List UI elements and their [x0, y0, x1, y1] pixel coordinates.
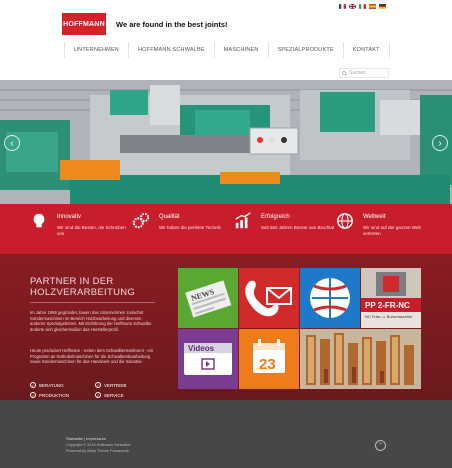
- check-icon: ✓: [30, 392, 36, 398]
- footer-links[interactable]: Startseite | Impressum: [66, 436, 106, 441]
- check-icon: ✓: [30, 382, 36, 388]
- tile-global[interactable]: [300, 268, 360, 328]
- flag-en-icon[interactable]: [349, 4, 356, 9]
- hero-prev-button[interactable]: ‹: [4, 135, 20, 151]
- title-divider: [30, 302, 155, 303]
- newspaper-icon: NEWS: [185, 280, 232, 318]
- search-icon: [342, 70, 347, 76]
- nav-item-unternehmen[interactable]: UNTERNEHMEN: [64, 42, 128, 58]
- check-produktion: ✓ PRODUKTION: [30, 392, 69, 398]
- flag-it-icon[interactable]: [359, 4, 366, 9]
- tile-news[interactable]: NEWS: [178, 268, 238, 328]
- footer-copyright: Copyright © 2013 Hoffmann Schwalbe: [66, 443, 131, 447]
- hoffmann-logo[interactable]: HOFFMANN: [62, 13, 106, 35]
- nav-item-spezialprodukte[interactable]: SPEZIALPRODUKTE: [267, 42, 343, 58]
- footer-powered: Powered by Warp Theme Framework: [66, 449, 129, 453]
- product-machine-image: PP 2-FR-NC NC Fräs- u. Bohrmaschine: [361, 268, 421, 319]
- nav-item-hoffmann-schwalbe[interactable]: HOFFMANN SCHWALBE: [127, 42, 214, 58]
- flag-de-icon[interactable]: [379, 4, 386, 9]
- globe-icon: [337, 213, 353, 229]
- check-label: BERATUNG: [39, 382, 64, 388]
- calendar-icon: 23: [253, 339, 285, 373]
- site-tagline: We are found in the best joints!: [116, 20, 228, 29]
- nav-item-kontakt[interactable]: KONTAKT: [342, 42, 390, 58]
- check-icon: ✓: [95, 382, 101, 388]
- tile-contact[interactable]: [239, 268, 299, 328]
- feature-text: Seit 550 Jahren Besser aus Bruchtal: [261, 225, 335, 230]
- language-switcher: [339, 4, 386, 9]
- check-icon: ✓: [95, 392, 101, 398]
- lightbulb-icon: [33, 213, 45, 228]
- product-subtitle: NC Fräs- u. Bohrmaschine: [365, 314, 413, 319]
- product-title: PP 2-FR-NC: [365, 301, 410, 310]
- global-network-icon: [310, 278, 350, 318]
- search-placeholder: Suchen: [349, 70, 366, 76]
- hero-slider: ‹ ›: [0, 80, 452, 204]
- gears-icon: [132, 212, 150, 229]
- check-label: PRODUKTION: [39, 392, 70, 398]
- feature-title: Qualität: [159, 214, 180, 220]
- phone-mail-icon: [245, 280, 292, 317]
- wood-joints-photo: [300, 329, 421, 389]
- tile-calendar[interactable]: 23: [239, 329, 299, 389]
- content-section: PARTNER IN DER HOLZVERARBEITUNG Im Jahre…: [0, 254, 452, 400]
- flag-es-icon[interactable]: [369, 4, 376, 9]
- search-field[interactable]: Suchen: [339, 68, 389, 78]
- nav-item-maschinen[interactable]: MASCHINEN: [213, 42, 268, 58]
- features-band: Innovativ Wir sind die Besten, die Schre…: [0, 204, 452, 254]
- hero-next-button[interactable]: ›: [432, 135, 448, 151]
- main-nav: UNTERNEHMEN HOFFMANN SCHWALBE MASCHINEN …: [64, 42, 390, 58]
- check-vertrieb: ✓ VERTRIEB: [95, 382, 126, 388]
- growth-chart-icon: [235, 212, 251, 229]
- feature-text: Wir sind die Besten, die Schreiben uns: [57, 225, 126, 236]
- scroll-to-top-button[interactable]: ⌃: [375, 440, 386, 451]
- calendar-day: 23: [259, 356, 276, 373]
- videos-label: Videos: [188, 344, 215, 353]
- check-label: VERTRIEB: [104, 382, 127, 388]
- site-footer: Startseite | Impressum Copyright © 2013 …: [0, 400, 452, 468]
- feature-text: Wir sind auf der ganzen Welt vertreten: [363, 225, 421, 236]
- check-service: ✓ SERVICE: [95, 392, 124, 398]
- intro-paragraph: Im Jahre 1986 gegründet, bauen das Unter…: [30, 310, 152, 332]
- feature-title: Weltweit: [363, 214, 386, 220]
- check-label: SERVICE: [104, 392, 124, 398]
- section-title: PARTNER IN DER HOLZVERARBEITUNG: [30, 276, 136, 298]
- feature-title: Innovativ: [57, 214, 82, 220]
- feature-text: Wir haben die perfekte Technik: [159, 225, 221, 230]
- flag-fr-icon[interactable]: [339, 4, 346, 9]
- feature-title: Erfolgreich: [261, 214, 290, 220]
- logo-text: HOFFMANN: [63, 20, 105, 28]
- tile-product[interactable]: PP 2-FR-NC NC Fräs- u. Bohrmaschine: [361, 268, 421, 328]
- tile-wood-joints[interactable]: [300, 329, 421, 389]
- tile-videos[interactable]: Videos: [178, 329, 238, 389]
- video-player-icon: Videos: [184, 343, 232, 375]
- product-paragraph: Heute produziert Hoffmann - neben dem Sc…: [30, 348, 154, 365]
- site-header: HOFFMANN We are found in the best joints…: [0, 0, 452, 80]
- machine-photo: [0, 80, 452, 204]
- check-beratung: ✓ BERATUNG: [30, 382, 64, 388]
